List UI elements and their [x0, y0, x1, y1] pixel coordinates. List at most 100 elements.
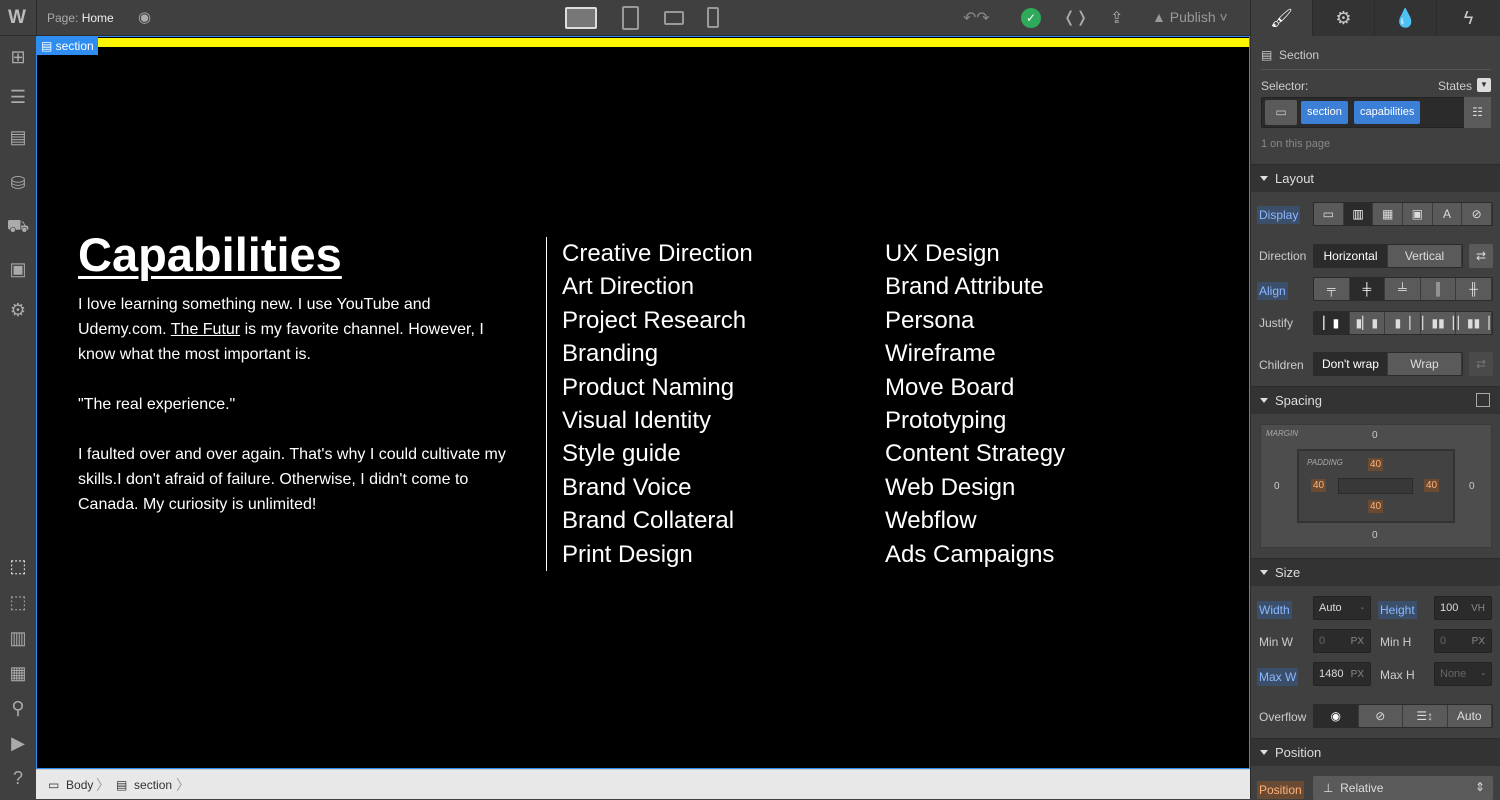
- max-width-input[interactable]: 1480 PX: [1313, 662, 1371, 686]
- position-value: Relative: [1340, 781, 1384, 795]
- code-icon[interactable]: ❬❭: [1063, 8, 1088, 26]
- page-selector[interactable]: Page: Home: [47, 11, 114, 25]
- selected-element-tag[interactable]: ▤ section: [37, 37, 98, 55]
- margin-left-value[interactable]: 0: [1274, 481, 1280, 492]
- undo-redo-icon[interactable]: ↶↷: [963, 8, 990, 28]
- capability-item: Persona: [885, 306, 975, 334]
- position-section-header[interactable]: Position: [1251, 738, 1500, 766]
- export-icon[interactable]: ⇪: [1110, 8, 1123, 28]
- device-tablet-icon[interactable]: [622, 6, 639, 30]
- align-start-button[interactable]: ╤: [1314, 278, 1350, 300]
- display-flex-button[interactable]: ▥: [1343, 203, 1374, 225]
- justify-around-button[interactable]: ▏▮▮▕: [1456, 312, 1492, 334]
- show-edges-icon[interactable]: ⬚: [6, 590, 30, 614]
- layout-section-header[interactable]: Layout: [1251, 164, 1500, 192]
- overflow-scroll-icon[interactable]: ☰↕: [1403, 705, 1448, 727]
- device-desktop-icon[interactable]: [565, 7, 597, 29]
- the-futur-link[interactable]: The Futur: [171, 321, 240, 338]
- size-section-header[interactable]: Size: [1251, 558, 1500, 586]
- cms-icon[interactable]: ⛁: [6, 171, 30, 195]
- capability-item: Creative Direction: [562, 240, 753, 267]
- preview-eye-icon[interactable]: ◉: [138, 8, 151, 26]
- tab-style-manager-drops-icon[interactable]: 💧: [1375, 0, 1437, 36]
- capabilities-list-2: UX Design Brand Attribute Persona Wireframe…: [885, 237, 1065, 571]
- padding-bottom-value[interactable]: 40: [1368, 500, 1384, 513]
- margin-top-value[interactable]: 0: [1372, 430, 1378, 441]
- height-input[interactable]: 100 VH: [1434, 596, 1492, 620]
- justify-between-button[interactable]: ▏▮▮▕: [1421, 312, 1457, 334]
- overflow-visible-eye-icon[interactable]: ◉: [1314, 705, 1359, 727]
- breadcrumb-section[interactable]: ▤ section: [116, 778, 172, 792]
- content-box: [1338, 478, 1413, 494]
- video-tutorials-icon[interactable]: ▶: [6, 731, 30, 755]
- position-select[interactable]: ⊥ Relative ⇕: [1313, 776, 1493, 800]
- assets-icon[interactable]: ▣: [6, 257, 30, 281]
- design-canvas[interactable]: ▤ section Capabilities I love learning s…: [36, 36, 1250, 769]
- spacing-section-header[interactable]: Spacing: [1251, 386, 1500, 414]
- check-status-icon[interactable]: ✓: [1021, 8, 1041, 28]
- publish-button[interactable]: ▲ Publish ˅: [1152, 9, 1228, 25]
- max-height-input[interactable]: None -: [1434, 662, 1492, 686]
- device-mobile-landscape-icon[interactable]: [664, 11, 684, 25]
- navigator-icon[interactable]: ☰: [6, 85, 30, 109]
- align-baseline-button[interactable]: ╫: [1456, 278, 1492, 300]
- position-label: Position: [1257, 781, 1304, 799]
- breakpoint-desktop-icon: ▭: [1265, 100, 1297, 125]
- margin-bottom-value[interactable]: 0: [1372, 530, 1378, 541]
- help-icon[interactable]: ?: [6, 766, 30, 790]
- width-input[interactable]: Auto -: [1313, 596, 1371, 620]
- states-dropdown-icon[interactable]: ▼: [1477, 78, 1491, 92]
- intro-paragraph[interactable]: I love learning something new. I use You…: [78, 292, 523, 517]
- pages-icon[interactable]: ▤: [6, 125, 30, 149]
- select-element-icon[interactable]: ⬚: [6, 554, 30, 578]
- min-width-input[interactable]: 0 PX: [1313, 629, 1371, 653]
- value: 1480: [1319, 668, 1344, 680]
- tab-interactions-bolt-icon[interactable]: ϟ: [1437, 0, 1500, 36]
- dont-wrap-button[interactable]: Don't wrap: [1314, 353, 1388, 375]
- selector-options-icon[interactable]: ☷: [1464, 97, 1491, 128]
- reverse-direction-icon[interactable]: ⇄: [1469, 244, 1493, 268]
- value: Auto: [1319, 602, 1342, 614]
- display-inline-block-button[interactable]: ▣: [1403, 203, 1433, 225]
- class-chip-capabilities[interactable]: capabilities: [1354, 101, 1421, 124]
- margin-right-value[interactable]: 0: [1469, 481, 1475, 492]
- display-grid-button[interactable]: ▦: [1373, 203, 1404, 225]
- direction-vertical-button[interactable]: Vertical: [1388, 245, 1462, 267]
- breadcrumb-body[interactable]: ▭ Body: [48, 778, 93, 792]
- padding-top-value[interactable]: 40: [1368, 458, 1384, 471]
- overflow-hidden-icon[interactable]: ⊘: [1359, 705, 1403, 727]
- unit: PX: [1350, 636, 1364, 647]
- justify-center-button[interactable]: ▮▏▮: [1350, 312, 1386, 334]
- align-stretch-button[interactable]: ║: [1421, 278, 1457, 300]
- xray-icon[interactable]: ▥: [6, 626, 30, 650]
- tab-settings-gear-icon[interactable]: ⚙: [1313, 0, 1375, 36]
- device-mobile-portrait-icon[interactable]: [707, 7, 719, 28]
- class-chip-section[interactable]: section: [1301, 101, 1348, 124]
- overflow-auto-button[interactable]: Auto: [1448, 705, 1492, 727]
- capabilities-heading[interactable]: Capabilities: [78, 227, 342, 282]
- display-block-button[interactable]: ▭: [1314, 203, 1344, 225]
- direction-horizontal-button[interactable]: Horizontal: [1314, 245, 1388, 267]
- preview-layout-icon[interactable]: ▦: [6, 661, 30, 685]
- align-end-button[interactable]: ╧: [1385, 278, 1421, 300]
- ecommerce-cart-icon[interactable]: ⛟: [6, 214, 30, 238]
- webflow-logo[interactable]: W: [8, 7, 26, 29]
- min-height-input[interactable]: 0 PX: [1434, 629, 1492, 653]
- search-icon[interactable]: ⚲: [6, 696, 30, 720]
- justify-start-button[interactable]: ▏▮: [1314, 312, 1350, 334]
- settings-gear-icon[interactable]: ⚙: [6, 298, 30, 322]
- wrap-button[interactable]: Wrap: [1388, 353, 1462, 375]
- justify-end-button[interactable]: ▮▕: [1385, 312, 1421, 334]
- padding-right-value[interactable]: 40: [1424, 479, 1440, 492]
- capability-item: Visual Identity: [562, 407, 711, 435]
- display-inline-button[interactable]: A: [1433, 203, 1463, 225]
- spacing-expand-icon[interactable]: [1476, 393, 1490, 407]
- tab-style-brush-icon[interactable]: 🖌: [1251, 0, 1313, 36]
- justify-label: Justify: [1259, 316, 1294, 330]
- add-icon[interactable]: ⊞: [6, 45, 30, 69]
- display-none-button[interactable]: ⊘: [1462, 203, 1493, 225]
- align-center-button[interactable]: ╪: [1349, 278, 1386, 300]
- column-divider: [546, 237, 547, 571]
- padding-left-value[interactable]: 40: [1311, 479, 1327, 492]
- reverse-wrap-icon[interactable]: ⇄: [1469, 352, 1493, 376]
